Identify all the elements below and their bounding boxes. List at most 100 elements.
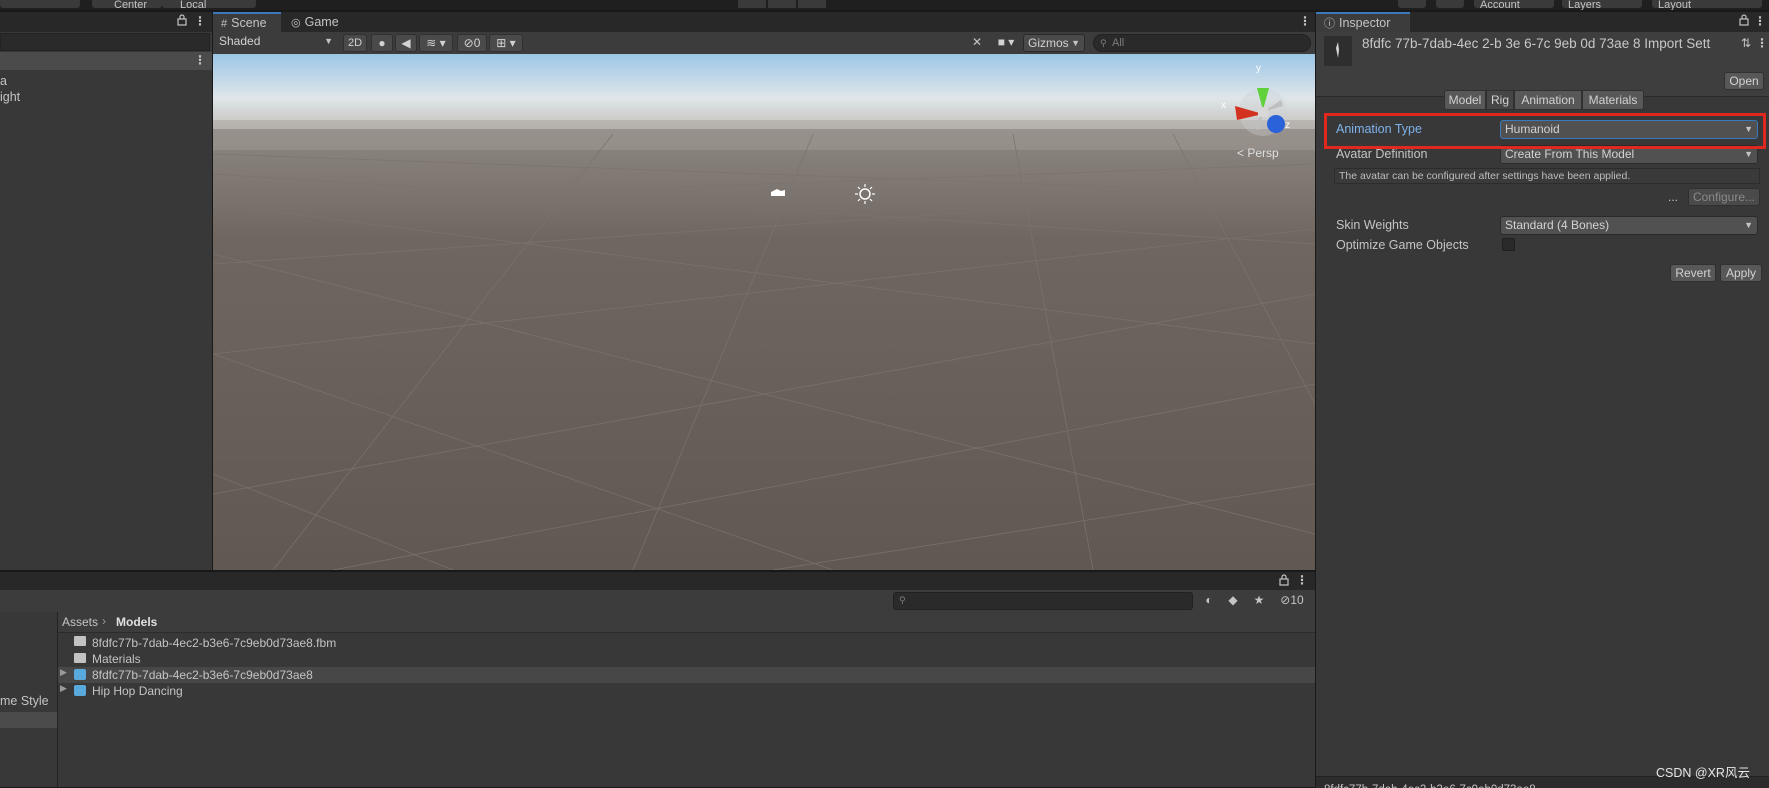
play-button[interactable] [738,0,766,8]
import-subtabs: Model Rig Animation Materials [1444,90,1704,110]
configure-ellipsis: ... [1668,190,1679,204]
tab-inspector[interactable]: ⓘ Inspector [1316,12,1410,32]
eye-slash-icon: ⊘ [463,36,474,50]
asset-title: 8fdfc 77b-7dab-4ec 2-b 3e 6-7c 9eb 0d 73… [1362,36,1711,51]
lightbulb-icon: ● [378,36,386,50]
lock-icon[interactable] [1278,574,1290,589]
list-item[interactable]: Materials [58,651,1315,667]
audio-toggle[interactable]: ◀ [395,34,417,52]
kebab-menu-icon[interactable]: ⋮ [194,14,206,28]
transform-tool-icons[interactable] [0,0,80,8]
kebab-menu-icon[interactable]: ⋮ [1756,36,1768,50]
revert-button[interactable]: Revert [1670,264,1716,282]
account-dropdown[interactable]: Account [1474,0,1554,10]
layers-dropdown[interactable]: Layers [1562,0,1642,10]
gamepad-icon: ◎ [291,17,301,29]
folder-tree-item[interactable]: me Style [0,694,49,708]
model-prefab-icon [74,669,86,680]
tab-scene[interactable]: # Scene [213,12,281,32]
list-item[interactable]: ▶ 8fdfc77b-7dab-4ec2-b3e6-7c9eb0d73ae8 [58,667,1315,683]
tab-animation[interactable]: Animation [1514,90,1582,110]
list-item[interactable]: ▶ Hip Hop Dancing [58,683,1315,699]
asset-name: 8fdfc77b-7dab-4ec2-b3e6-7c9eb0d73ae8.fbm [92,636,337,650]
project-search-input[interactable]: ⚲ [893,592,1193,610]
scene-tabbar: # Scene ◎ Game ⋮ [213,12,1315,32]
lock-icon[interactable] [176,14,188,29]
lighting-toggle[interactable]: ● [371,34,393,52]
expand-arrow-icon[interactable]: ▶ [60,683,67,694]
axis-label-y: y [1256,63,1261,74]
scene-toolbar: Shaded ▼ 2D ● ◀ ≋ ▾ ⊘0 ⊞ ▾ ✕ ■ ▾ Gizmos ▼ … [213,32,1315,55]
avatar-definition-label: Avatar Definition [1336,147,1428,161]
folder-tree-selected-item[interactable] [0,712,57,728]
inspector-panel: ⓘ Inspector ⋮ 8fdfc 77b-7dab-4ec 2-b 3e 6… [1316,12,1769,788]
scene-search-input[interactable]: ⚲ All [1093,34,1311,52]
scene-render [213,54,1315,570]
tab-rig[interactable]: Rig [1486,90,1514,110]
main-toolbar: Center Local Account Layers Layout [0,0,1769,10]
shading-mode-dropdown[interactable]: Shaded ▼ [215,33,337,52]
tools-icon[interactable]: ✕ [969,35,985,49]
hierarchy-item[interactable]: a [0,74,7,88]
pause-button[interactable] [768,0,796,8]
hierarchy-scene-header[interactable]: ⋮ [0,52,212,70]
step-button[interactable] [798,0,826,8]
favorite-star-icon[interactable]: ★ [1250,593,1268,607]
kebab-menu-icon[interactable]: ⋮ [194,53,206,67]
hierarchy-tabbar: ⋮ [0,12,212,32]
tab-game[interactable]: ◎ Game [283,12,353,32]
inspector-tabbar: ⓘ Inspector ⋮ [1316,12,1769,32]
skin-weights-dropdown[interactable]: Standard (4 Bones) ▼ [1500,216,1758,235]
camera-dropdown[interactable]: ■ ▾ [991,34,1021,52]
gizmos-dropdown[interactable]: Gizmos ▼ [1023,34,1085,52]
visible-packages-count: 10 [1290,593,1304,607]
optimize-game-objects-checkbox[interactable] [1502,238,1515,251]
settings-sliders-icon[interactable]: ⇅ [1740,36,1752,50]
snap-tool[interactable] [228,0,256,8]
breadcrumb: Assets › Models [58,612,1315,633]
hidden-objects-toggle[interactable]: ⊘0 [457,34,487,52]
kebab-menu-icon[interactable]: ⋮ [1299,14,1311,28]
inspector-header: 8fdfc 77b-7dab-4ec 2-b 3e 6-7c 9eb 0d 73… [1316,32,1769,97]
avatar-info-message: The avatar can be configured after setti… [1334,168,1760,184]
project-tabbar: ⋮ [0,572,1315,590]
asset-name: Hip Hop Dancing [92,684,183,698]
collab-button[interactable] [1398,0,1426,8]
filter-by-type-icon[interactable]: ◐ [1200,593,1218,607]
hierarchy-item[interactable]: ight [0,90,20,104]
info-icon: ⓘ [1324,18,1335,30]
project-panel: ⋮ ⚲ ◐ ◆ ★ ⊘10 me Style Assets › Models 8… [0,572,1315,787]
search-icon: ⚲ [899,595,906,605]
model-thumbnail [1324,36,1352,66]
watermark: CSDN @XR风云 [1656,766,1750,780]
breadcrumb-assets[interactable]: Assets [62,615,98,629]
grid-toggle[interactable]: ⊞ ▾ [489,34,523,52]
space-toggle[interactable]: Local [162,0,232,10]
kebab-menu-icon[interactable]: ⋮ [1296,573,1308,587]
kebab-menu-icon[interactable]: ⋮ [1754,14,1766,28]
projection-toggle[interactable]: < Persp [1237,146,1279,160]
breadcrumb-models[interactable]: Models [116,615,157,629]
cloud-button[interactable] [1436,0,1464,8]
tab-materials[interactable]: Materials [1582,90,1644,110]
toggle-2d-button[interactable]: 2D [343,34,367,52]
axis-label-x: x [1221,100,1226,111]
layout-dropdown[interactable]: Layout [1652,0,1762,10]
open-button[interactable]: Open [1724,72,1764,90]
configure-button[interactable]: Configure... [1688,188,1760,206]
expand-arrow-icon[interactable]: ▶ [60,667,67,678]
tab-model[interactable]: Model [1444,90,1486,110]
scene-viewport[interactable]: y x z < Persp [213,54,1315,570]
apply-button[interactable]: Apply [1720,264,1762,282]
scene-panel: # Scene ◎ Game ⋮ Shaded ▼ 2D ● ◀ ≋ ▾ ⊘0 ⊞ ▾… [213,12,1315,570]
lock-icon[interactable] [1738,14,1750,29]
hierarchy-search[interactable] [0,33,210,51]
effects-toggle[interactable]: ≋ ▾ [419,34,453,52]
pivot-toggle[interactable]: Center [92,0,162,10]
layers-icon: ≋ ▾ [426,36,446,50]
filter-by-label-icon[interactable]: ◆ [1224,593,1242,607]
chevron-right-icon: › [102,614,106,628]
list-item[interactable]: 8fdfc77b-7dab-4ec2-b3e6-7c9eb0d73ae8.fbm [58,635,1315,651]
hidden-packages-icon[interactable]: ⊘10 [1274,593,1310,607]
asset-list: 8fdfc77b-7dab-4ec2-b3e6-7c9eb0d73ae8.fbm… [58,633,1315,787]
